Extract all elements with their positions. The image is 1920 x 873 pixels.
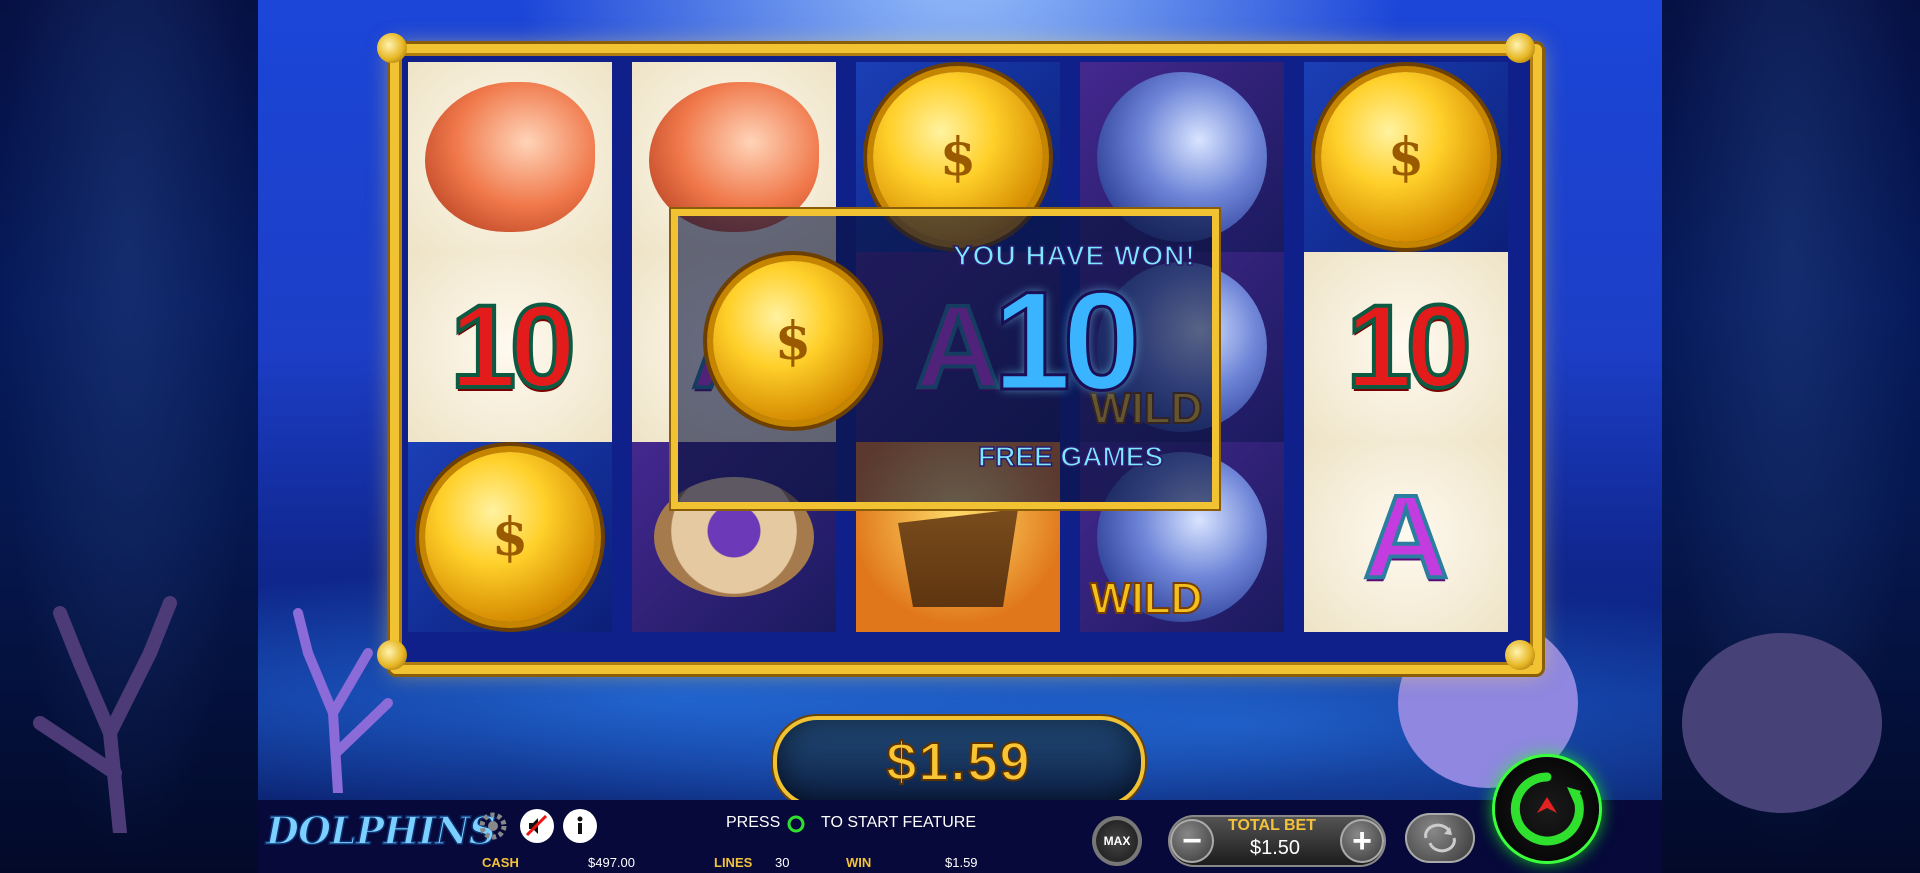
- popup-subline: FREE GAMES: [977, 440, 1164, 473]
- frame-corner: [1505, 33, 1535, 63]
- symbol-conch-shell: [408, 62, 612, 252]
- cash-value: $497.00: [588, 855, 635, 870]
- conch-shell-icon: [425, 82, 595, 232]
- coin-glyph: $: [1387, 126, 1425, 188]
- cash-label: CASH: [482, 855, 519, 870]
- reel-1: 10 $: [408, 53, 612, 643]
- symbol-gold-coin: $: [408, 442, 612, 632]
- press-label: PRESS: [726, 814, 781, 831]
- game-logo: DOLPHINS: [265, 807, 497, 854]
- minus-icon: −: [1182, 821, 1202, 860]
- spin-icon: [1510, 772, 1584, 846]
- ten-symbol-text: 10: [448, 279, 577, 415]
- autoplay-icon: [1424, 823, 1456, 853]
- gold-coin-icon: $: [1321, 72, 1491, 242]
- info-icon[interactable]: [563, 809, 597, 843]
- plus-icon: +: [1352, 821, 1372, 860]
- win-value: $1.59: [945, 855, 978, 870]
- gold-coin-icon: $: [713, 261, 873, 421]
- gold-coin-icon: $: [425, 452, 595, 622]
- coin-glyph: $: [939, 126, 977, 188]
- lines-value: 30: [775, 855, 790, 870]
- autoplay-button[interactable]: [1405, 813, 1475, 863]
- total-bet-label: TOTAL BET: [1228, 817, 1316, 834]
- win-label: WIN: [846, 855, 872, 870]
- free-games-popup[interactable]: $ YOU HAVE WON! 10 FREE GAMES: [671, 209, 1219, 509]
- spin-button[interactable]: [1495, 757, 1599, 861]
- start-feature-label: TO START FEATURE: [821, 814, 976, 831]
- coin-glyph: $: [491, 506, 529, 568]
- symbol-a: A: [1304, 442, 1508, 632]
- ten-symbol-text: 10: [1344, 279, 1473, 415]
- win-meter: $1.59: [773, 716, 1145, 808]
- lines-label: LINES: [714, 855, 753, 870]
- bet-decrease-button[interactable]: −: [1170, 819, 1214, 863]
- sound-off-icon[interactable]: [520, 809, 554, 843]
- reel-5: $ 10 A: [1304, 53, 1508, 643]
- frame-corner: [1505, 640, 1535, 670]
- bet-increase-button[interactable]: +: [1340, 819, 1384, 863]
- symbol-ten: 10: [1304, 252, 1508, 442]
- sea-fan-decoration: [1682, 633, 1882, 813]
- symbol-gold-coin: $: [1304, 62, 1508, 252]
- left-backdrop: [0, 0, 258, 873]
- frame-corner: [377, 33, 407, 63]
- frame-corner: [377, 640, 407, 670]
- coin-glyph: $: [774, 310, 812, 372]
- max-bet-button[interactable]: MAX: [1092, 816, 1142, 866]
- win-amount: $1.59: [885, 731, 1032, 793]
- symbol-ten: 10: [408, 252, 612, 442]
- gear-icon[interactable]: [476, 809, 510, 843]
- right-backdrop: [1662, 0, 1920, 873]
- a-symbol-text: A: [1361, 469, 1450, 605]
- max-bet-label: MAX: [1103, 834, 1131, 848]
- total-bet-value: $1.50: [1250, 837, 1301, 859]
- coral-decoration: [33, 596, 177, 833]
- spin-icon: [785, 813, 807, 835]
- free-games-count: 10: [992, 262, 1143, 419]
- wild-label: WILD: [1089, 573, 1203, 624]
